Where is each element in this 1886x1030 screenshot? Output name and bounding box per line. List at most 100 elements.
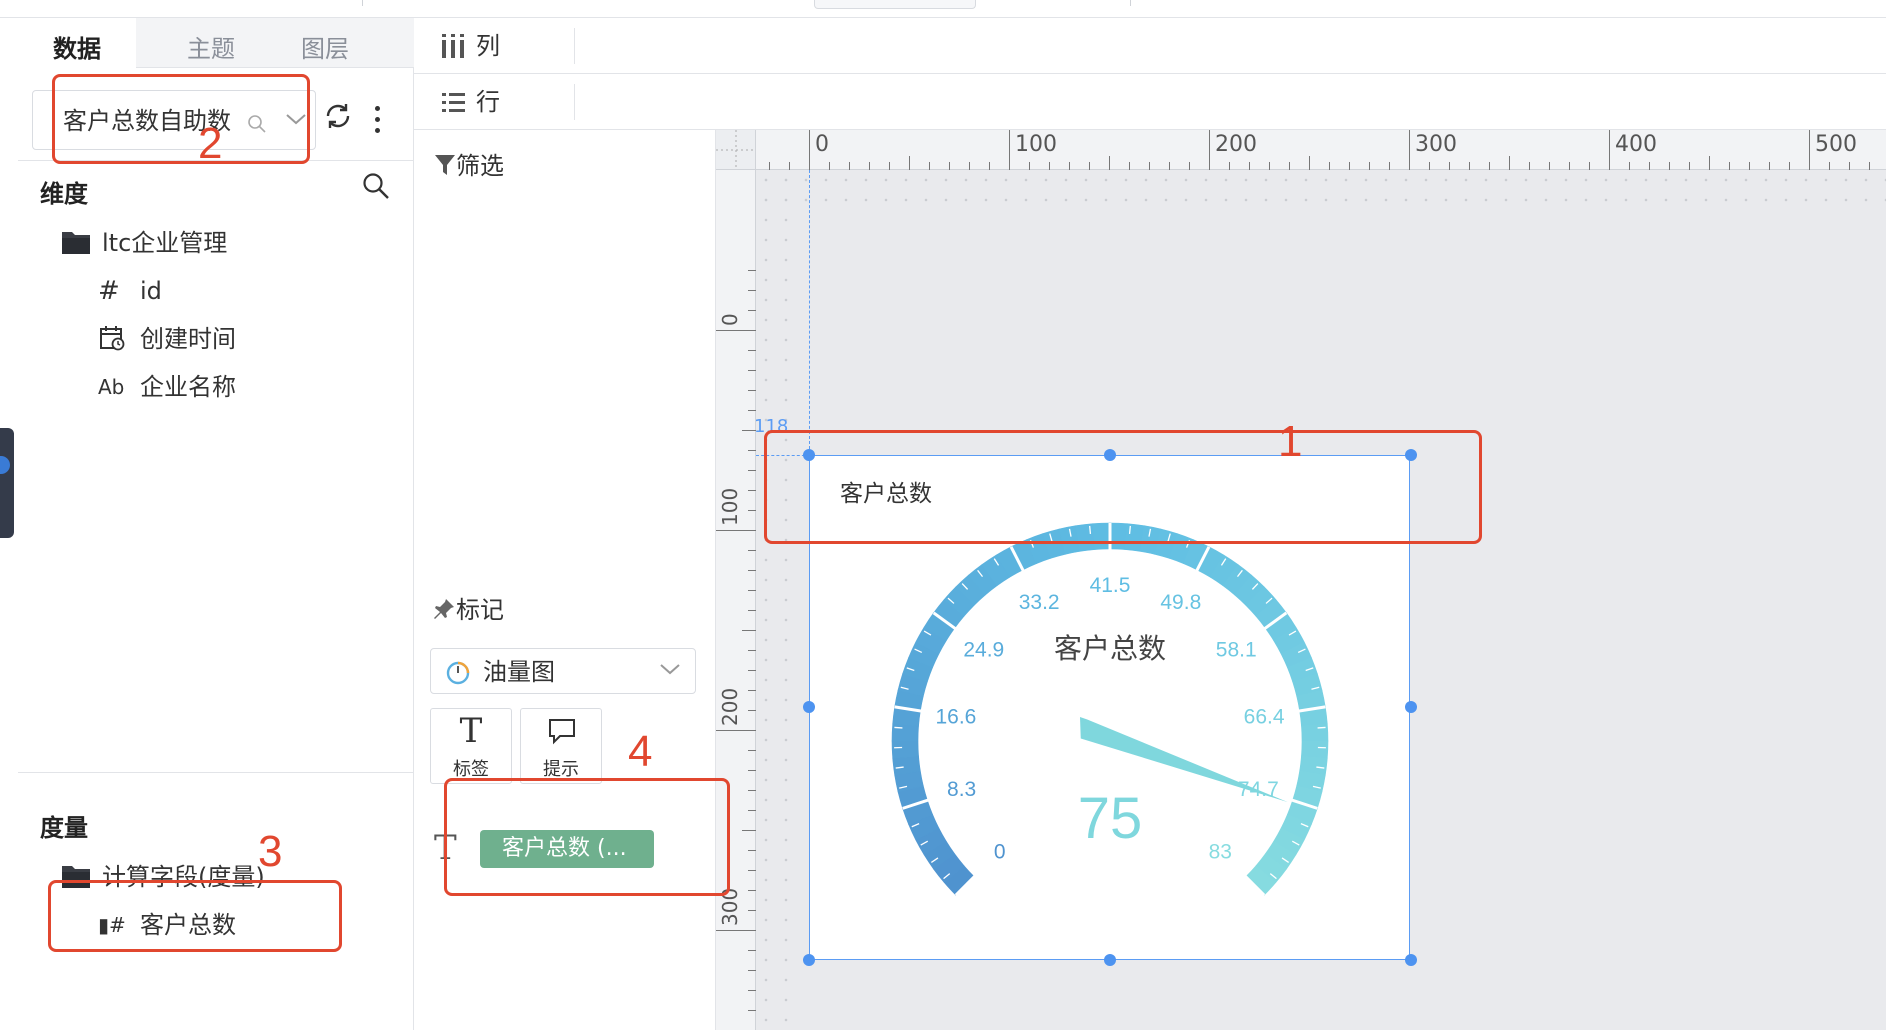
gauge-tick-label: 0 — [994, 840, 1006, 863]
field-item[interactable]: # id — [98, 276, 318, 306]
filter-shelf[interactable]: 筛选 — [434, 146, 504, 181]
ruler-tick — [716, 530, 756, 531]
ruler-label: 0 — [718, 313, 742, 326]
ruler-tick — [1009, 130, 1010, 170]
ruler-label: 300 — [1415, 132, 1457, 157]
gauge-arc-segment — [891, 740, 919, 759]
gauge-tick-label: 49.8 — [1160, 591, 1201, 614]
canvas[interactable]: 0 100 200 300 400 500 0 100 200 300 118 客户总数 0 8.… — [716, 130, 1886, 1030]
ruler-tick — [748, 990, 756, 991]
ruler-label: 100 — [718, 487, 742, 526]
tab-layers[interactable]: 图层 — [266, 18, 384, 68]
folder-label: ltc企业管理 — [102, 229, 228, 257]
ruler-tick — [716, 330, 756, 331]
guide-line — [809, 170, 810, 454]
ruler-tick — [716, 930, 756, 931]
ruler-tick — [1729, 162, 1730, 170]
filter-label: 筛选 — [456, 152, 504, 180]
ruler-tick — [1129, 162, 1130, 170]
ruler-tick — [1269, 162, 1270, 170]
gauge-minor-tick — [1317, 726, 1326, 729]
field-label: 创建时间 — [140, 325, 236, 353]
annotation-box — [48, 880, 342, 952]
folder-icon — [60, 228, 92, 258]
canvas-grid — [756, 170, 1886, 210]
ruler-tick — [748, 490, 756, 491]
toolbar-tab[interactable] — [814, 0, 976, 9]
columns-label: 列 — [476, 32, 500, 60]
tooltip-mark-button[interactable]: 提示 — [520, 708, 602, 784]
rows-shelf[interactable]: 行 — [414, 74, 1886, 130]
label-mark-button[interactable]: T 标签 — [430, 708, 512, 784]
ruler-tick — [1029, 162, 1030, 170]
gauge-tick-label: 33.2 — [1019, 591, 1060, 614]
field-item[interactable]: 创建时间 — [98, 324, 318, 354]
ruler-tick — [1349, 162, 1350, 170]
gauge-center-title: 客户总数 — [1054, 632, 1166, 665]
refresh-icon[interactable] — [322, 100, 354, 136]
ruler-tick — [1469, 162, 1470, 170]
gauge-tick-label: 8.3 — [947, 778, 976, 801]
tab-theme[interactable]: 主题 — [152, 18, 270, 68]
ruler-tick — [789, 162, 790, 170]
annotation-box — [52, 74, 310, 164]
ruler-tick — [748, 770, 756, 771]
ruler-tick — [1529, 162, 1530, 170]
annotation-number: 4 — [628, 727, 653, 776]
tab-data[interactable]: 数据 — [18, 18, 136, 69]
ruler-tick — [748, 750, 756, 751]
resize-handle[interactable] — [1104, 954, 1116, 966]
ruler-tick — [748, 1010, 756, 1011]
ruler-tick — [989, 162, 990, 170]
horizontal-ruler: 0 100 200 300 400 500 — [716, 130, 1886, 170]
chart-type-label: 油量图 — [483, 658, 555, 686]
annotation-number: 1 — [1278, 417, 1303, 466]
columns-shelf[interactable]: 列 — [414, 18, 1886, 74]
ruler-tick — [1489, 162, 1490, 170]
gauge-tick-label: 41.5 — [1090, 574, 1131, 597]
resize-handle[interactable] — [1405, 954, 1417, 966]
number-type-icon: # — [98, 276, 120, 306]
folder-item[interactable]: ltc企业管理 — [60, 228, 380, 258]
ruler-tick — [1209, 130, 1210, 170]
ruler-tick — [748, 310, 756, 311]
ruler-label: 500 — [1815, 132, 1857, 157]
resize-handle[interactable] — [803, 954, 815, 966]
ruler-tick — [1649, 162, 1650, 170]
canvas-grid — [756, 170, 796, 1030]
ruler-tick — [1309, 156, 1310, 170]
ruler-tick — [1069, 162, 1070, 170]
calendar-icon — [98, 324, 130, 354]
resize-handle[interactable] — [1405, 701, 1417, 713]
text-type-icon: Ab — [98, 375, 125, 399]
chart-type-select[interactable]: 油量图 — [430, 648, 696, 694]
ruler-tick — [748, 970, 756, 971]
vertical-ruler: 0 100 200 300 — [716, 170, 756, 1030]
gauge-tick-label: 16.6 — [935, 706, 976, 729]
ruler-tick — [748, 510, 756, 511]
ruler-tick — [1109, 156, 1110, 170]
annotation-number: 2 — [198, 119, 223, 168]
ruler-tick — [1849, 162, 1850, 170]
ruler-tick — [1169, 162, 1170, 170]
resize-handle[interactable] — [803, 701, 815, 713]
ruler-tick — [1409, 130, 1410, 170]
search-icon[interactable] — [362, 172, 390, 204]
ruler-tick — [748, 550, 756, 551]
ruler-tick — [769, 162, 770, 170]
gauge-value: 75 — [1078, 786, 1143, 851]
gauge-icon — [445, 660, 471, 690]
rows-icon — [440, 88, 466, 120]
more-options-icon[interactable] — [372, 102, 382, 138]
ruler-tick — [969, 162, 970, 170]
filter-icon — [435, 155, 455, 175]
field-item[interactable]: Ab 企业名称 — [98, 372, 318, 402]
chevron-down-icon — [659, 661, 681, 681]
ruler-tick — [742, 630, 756, 631]
gauge-tick-label: 24.9 — [963, 638, 1004, 661]
ruler-tick — [748, 410, 756, 411]
ruler-label: 400 — [1615, 132, 1657, 157]
ruler-tick — [1669, 162, 1670, 170]
ruler-tick — [748, 870, 756, 871]
ruler-tick — [748, 590, 756, 591]
